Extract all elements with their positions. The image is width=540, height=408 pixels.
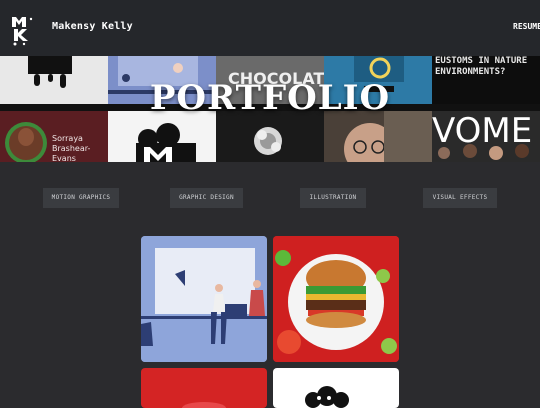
hero-tile-m-logo bbox=[108, 111, 216, 162]
filter-illustration[interactable]: ILLUSTRATION bbox=[300, 188, 366, 208]
flower-graphic bbox=[254, 127, 282, 155]
project-card-m-logo[interactable] bbox=[273, 368, 399, 408]
hero-tile-women: VOME bbox=[432, 111, 540, 162]
hero-banner: CHOCOLATE EUSTOMS IN NATURE ENVIRONMENTS… bbox=[0, 56, 540, 162]
filter-motion-graphics[interactable]: MOTION GRAPHICS bbox=[43, 188, 119, 208]
burger-photo bbox=[273, 236, 399, 362]
woman-portrait bbox=[344, 111, 432, 162]
filter-visual-effects[interactable]: VISUAL EFFECTS bbox=[423, 188, 497, 208]
category-filter-bar: MOTION GRAPHICS GRAPHIC DESIGN ILLUSTRAT… bbox=[0, 188, 540, 208]
hero-tile-person: Sorraya Brashear-Evans bbox=[0, 111, 108, 162]
project-card-office-illustration[interactable] bbox=[141, 236, 267, 362]
hero-tile-flower bbox=[216, 111, 324, 162]
person-name-text: Sorraya Brashear-Evans bbox=[52, 134, 91, 162]
hero-tile-woman-glasses bbox=[324, 111, 432, 162]
project-card-red[interactable] bbox=[141, 368, 267, 408]
filter-graphic-design[interactable]: GRAPHIC DESIGN bbox=[170, 188, 243, 208]
project-card-burger[interactable] bbox=[273, 236, 399, 362]
resume-link[interactable]: RESUME bbox=[513, 22, 540, 31]
mk-logo[interactable] bbox=[6, 7, 42, 47]
m-logo-card-graphic bbox=[305, 386, 349, 408]
site-name[interactable]: Makensy Kelly bbox=[52, 21, 133, 32]
m-logo-graphic bbox=[136, 123, 196, 162]
top-navigation-bar: Makensy Kelly RESUME bbox=[0, 0, 540, 56]
office-presentation-illustration bbox=[141, 236, 267, 362]
environments-text: EUSTOMS IN NATURE ENVIRONMENTS? bbox=[435, 56, 528, 77]
red-card-graphic bbox=[182, 402, 226, 408]
page-title: PORTFOLIO bbox=[149, 78, 391, 118]
group-photo bbox=[438, 144, 529, 160]
